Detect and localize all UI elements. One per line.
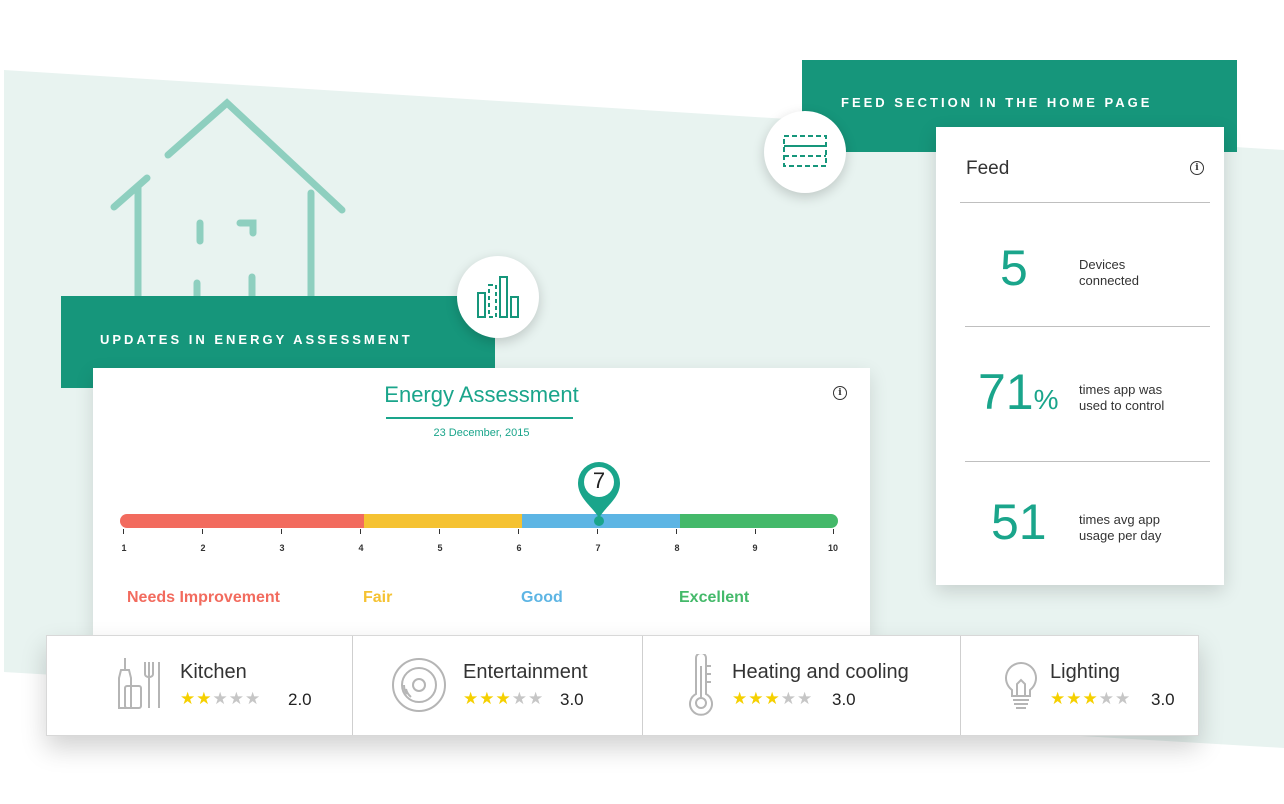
room-name: Kitchen [180, 661, 247, 683]
star-rating: ★★★★★ [732, 689, 814, 708]
room-name: Entertainment [463, 661, 588, 683]
category-needs-improvement: Needs Improvement [127, 589, 280, 606]
title-underline [386, 417, 573, 419]
room-ratings-strip: Kitchen ★★★★★ 2.0 Entertainment ★★★★★ 3.… [46, 635, 1199, 736]
scale-tick [518, 529, 519, 534]
thermometer-icon [689, 654, 713, 716]
scale-tick-label: 4 [358, 543, 364, 553]
bar-chart-icon [477, 276, 519, 318]
disc-icon [392, 658, 446, 712]
score-value: 7 [592, 468, 606, 493]
rating-value: 2.0 [288, 690, 312, 709]
scale-tick [439, 529, 440, 534]
info-icon[interactable]: i [833, 386, 847, 400]
scale-tick [597, 529, 598, 534]
scale-tick [281, 529, 282, 534]
energy-assessment-card: Energy Assessment 23 December, 2015 i 1 … [93, 368, 870, 636]
divider [965, 326, 1210, 327]
scale-tick [833, 529, 834, 534]
feed-card: Feed i 5 Devices connected 71% times app… [936, 127, 1224, 585]
info-icon[interactable]: i [1190, 161, 1204, 175]
kitchen-icon [118, 658, 160, 709]
stat-value: 71% [978, 363, 1059, 421]
category-excellent: Excellent [679, 589, 750, 606]
feed-layout-icon [783, 135, 827, 167]
category-good: Good [521, 589, 563, 606]
scale-tick-label: 6 [516, 543, 522, 553]
scale-segment-excellent [680, 514, 838, 528]
stat-description-line: connected [1079, 273, 1139, 288]
star-rating: ★★★★★ [180, 689, 262, 708]
feed-banner-label: FEED SECTION IN THE HOME PAGE [841, 95, 1153, 110]
star-rating: ★★★★★ [1050, 689, 1132, 708]
stat-description-line: Devices [1079, 257, 1126, 272]
lightbulb-icon [1005, 661, 1037, 709]
rating-value: 3.0 [560, 690, 584, 709]
stat-description-line: usage per day [1079, 528, 1162, 543]
room-card-lighting[interactable]: Lighting ★★★★★ 3.0 [961, 636, 1198, 735]
bar-chart-badge [457, 256, 539, 338]
stat-description-line: times app was [1079, 382, 1163, 397]
stat-description: Devices connected [1079, 257, 1209, 289]
scale-tick [676, 529, 677, 534]
scale-tick [755, 529, 756, 534]
stat-description: times avg app usage per day [1079, 512, 1209, 544]
feed-layout-badge [764, 111, 846, 193]
scale-tick [360, 529, 361, 534]
scale-tick-label: 8 [674, 543, 680, 553]
stat-number: 71 [978, 364, 1034, 420]
star-rating: ★★★★★ [463, 689, 545, 708]
scale-tick-label: 9 [752, 543, 758, 553]
scale-tick-label: 7 [595, 543, 601, 553]
stat-percent-sign: % [1033, 384, 1059, 415]
scale-tick [123, 529, 124, 534]
stat-description: times app was used to control [1079, 382, 1209, 414]
rating-value: 3.0 [1151, 690, 1175, 709]
house-illustration [110, 98, 346, 305]
feed-title: Feed [966, 158, 1010, 179]
room-name: Heating and cooling [732, 661, 909, 683]
energy-banner-label: UPDATES IN ENERGY ASSESSMENT [100, 332, 413, 347]
scale-tick [202, 529, 203, 534]
stat-description-line: used to control [1079, 398, 1165, 413]
scale-tick-label: 2 [200, 543, 206, 553]
scale-segment-fair [364, 514, 522, 528]
scale-tick-label: 5 [437, 543, 443, 553]
rating-value: 3.0 [832, 690, 856, 709]
stat-description-line: times avg app [1079, 512, 1160, 527]
stat-value: 5 [1000, 240, 1028, 296]
energy-scale-bar [120, 514, 838, 534]
room-card-entertainment[interactable]: Entertainment ★★★★★ 3.0 [353, 636, 642, 735]
scale-tick-label: 3 [279, 543, 285, 553]
stat-value: 51 [991, 494, 1047, 550]
assessment-date: 23 December, 2015 [433, 427, 530, 439]
room-card-kitchen[interactable]: Kitchen ★★★★★ 2.0 [47, 636, 352, 735]
category-fair: Fair [363, 589, 393, 606]
divider [965, 461, 1210, 462]
scale-segment-needs-improvement [120, 514, 364, 528]
divider [960, 202, 1210, 203]
scale-tick-label: 10 [827, 543, 838, 553]
room-card-heating-cooling[interactable]: Heating and cooling ★★★★★ 3.0 [643, 636, 960, 735]
scale-tick-label: 1 [121, 543, 127, 553]
energy-assessment-title: Energy Assessment [384, 382, 579, 407]
room-name: Lighting [1050, 661, 1121, 683]
